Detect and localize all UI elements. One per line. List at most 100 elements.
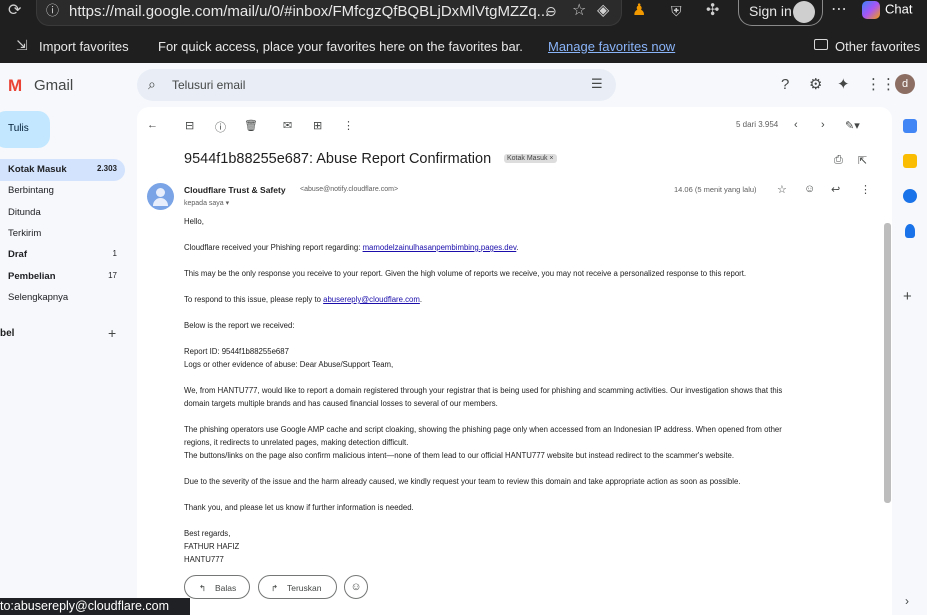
next-email-icon[interactable]: › [821, 119, 825, 131]
report-spam-icon[interactable]: ⓘ [215, 119, 226, 135]
email-paragraph: To respond to this issue, please reply t… [184, 295, 422, 304]
contacts-icon[interactable] [905, 224, 915, 238]
refresh-icon[interactable]: ⟳ [8, 3, 21, 19]
gmail-logo-icon[interactable]: M [8, 76, 22, 96]
sidebar-item-label: Berbintang [8, 185, 54, 196]
other-favorites-button[interactable]: Other favorites [835, 39, 920, 54]
email-paragraph: We, from HANTU777, would like to report … [184, 386, 783, 395]
email-paragraph: The phishing operators use Google AMP ca… [184, 425, 782, 434]
read-aloud-icon[interactable]: ◈ [597, 3, 609, 19]
forward-label: Teruskan [287, 583, 322, 593]
expand-panel-icon[interactable]: › [905, 594, 909, 608]
more-actions-icon[interactable]: ⋮ [343, 119, 354, 132]
search-input[interactable]: Telusuri email [172, 78, 245, 92]
delete-icon[interactable]: 🗑 [244, 119, 258, 132]
sidebar-item-label: Kotak Masuk [8, 164, 67, 175]
recipient-details[interactable]: kepada saya ▾ [184, 199, 229, 207]
sidebar-item-sent[interactable]: Terkirim [0, 223, 125, 245]
pagination-text: 5 dari 3.954 [736, 120, 779, 129]
sidebar-item-purchases[interactable]: Pembelian 17 [0, 266, 125, 288]
manage-favorites-link[interactable]: Manage favorites now [548, 39, 675, 54]
add-label-icon[interactable]: + [108, 325, 116, 341]
reported-domain-link[interactable]: mamodelzainulhasanpembimbing.pages.dev [363, 243, 517, 252]
account-avatar[interactable]: d [895, 74, 915, 94]
sidebar-item-inbox[interactable]: Kotak Masuk 2.303 [0, 159, 125, 181]
sign-in-button[interactable]: Sign in [738, 0, 823, 26]
email-paragraph: This may be the only response you receiv… [184, 269, 747, 278]
more-menu-icon[interactable]: ⋯ [831, 2, 847, 18]
reply-icon[interactable]: ↩ [831, 183, 840, 196]
keep-icon[interactable] [903, 154, 917, 168]
compose-button[interactable]: Tulis [0, 111, 50, 148]
abuse-reply-email-link[interactable]: abusereply@cloudflare.com [323, 295, 420, 304]
favorite-star-icon[interactable]: ☆ [572, 3, 586, 19]
sidebar-item-label: Selengkapnya [8, 292, 69, 303]
email-time: 14.06 (5 menit yang lalu) [674, 185, 757, 194]
apps-grid-icon[interactable]: ⋮⋮ [866, 75, 896, 93]
inbox-label-chip[interactable]: Kotak Masuk × [504, 154, 557, 163]
open-new-window-icon[interactable]: ⇱ [858, 154, 867, 167]
search-options-icon[interactable]: ☰ [591, 76, 603, 92]
print-icon[interactable]: ⎙ [834, 154, 843, 167]
copilot-chat-button[interactable]: Chat [862, 1, 912, 19]
folder-icon [814, 39, 828, 50]
archive-icon[interactable]: ⊟ [185, 119, 194, 132]
sidebar-item-label: Terkirim [8, 228, 42, 239]
report-id: Report ID: 9544f1b88255e687 [184, 347, 289, 356]
add-addon-icon[interactable]: + [903, 288, 912, 305]
sidebar-item-count: 1 [112, 249, 117, 258]
email-subject: 9544f1b88255e687: Abuse Report Confirmat… [184, 151, 492, 167]
signature-line: Best regards, [184, 529, 231, 538]
paragraph-text: To respond to this issue, please reply t… [184, 295, 324, 304]
sender-avatar [147, 183, 174, 210]
add-reaction-icon[interactable]: ☺ [804, 183, 815, 195]
email-paragraph: Below is the report we received: [184, 321, 295, 330]
sidebar-item-label: Draf [8, 249, 28, 260]
calendar-icon[interactable] [903, 119, 917, 133]
extensions-icon[interactable]: ✣ [706, 3, 719, 19]
mark-unread-icon[interactable]: ✉ [283, 119, 292, 132]
signature-line: HANTU777 [184, 555, 224, 564]
star-icon[interactable]: ☆ [777, 183, 787, 196]
site-info-icon[interactable]: ⓘ [46, 4, 59, 17]
import-favorites-icon: ⇲ [16, 37, 28, 53]
sidebar-item-snoozed[interactable]: Ditunda [0, 202, 125, 224]
email-paragraph: Cloudflare received your Phishing report… [184, 243, 518, 252]
prev-email-icon[interactable]: ‹ [794, 119, 798, 131]
scrollbar[interactable] [884, 223, 891, 503]
sidebar-item-more[interactable]: Selengkapnya [0, 287, 125, 309]
reply-arrow-icon: ↰ [199, 583, 207, 593]
copilot-icon [862, 1, 880, 19]
paragraph-text: . [516, 243, 519, 252]
zoom-icon[interactable]: ⊖ [545, 4, 557, 18]
shield-icon[interactable]: ⛨ [671, 4, 682, 18]
sidebar-item-drafts[interactable]: Draf 1 [0, 244, 125, 266]
back-arrow-icon[interactable]: ← [147, 119, 158, 131]
sidebar-item-count: 2.303 [96, 164, 117, 173]
email-paragraph: domain targets multiple brands and has c… [184, 399, 498, 408]
gemini-sparkle-icon[interactable]: ✦ [837, 75, 850, 93]
help-icon[interactable]: ? [781, 76, 789, 93]
paragraph-text: Cloudflare received your Phishing report… [184, 243, 363, 252]
sender-name[interactable]: Cloudflare Trust & Safety [184, 185, 286, 195]
emoji-reaction-icon[interactable]: ☺ [344, 575, 368, 599]
address-bar[interactable]: ⓘ https://mail.google.com/mail/u/0/#inbo… [36, 0, 622, 26]
import-favorites-button[interactable]: Import favorites [39, 39, 129, 54]
browser-toolbar: ⟳ ⓘ https://mail.google.com/mail/u/0/#in… [0, 0, 927, 30]
tasks-icon[interactable] [903, 189, 917, 203]
more-options-icon[interactable]: ⋮ [860, 183, 871, 196]
settings-gear-icon[interactable]: ⚙ [809, 75, 822, 93]
extension-person-icon[interactable]: ♟ [632, 3, 646, 19]
email-paragraph: regions, it redirects to unrelated pages… [184, 438, 409, 447]
sidebar-item-label: Pembelian [8, 271, 56, 282]
search-bar[interactable]: ⌕ Telusuri email ☰ [137, 69, 616, 101]
forward-button[interactable]: ↱ Teruskan [258, 575, 337, 599]
sidebar-item-starred[interactable]: Berbintang [0, 180, 125, 202]
gmail-logo-text[interactable]: Gmail [34, 77, 73, 94]
input-tools-icon[interactable]: ✎▾ [845, 119, 860, 132]
favorites-bar: ⇲ Import favorites For quick access, pla… [0, 30, 927, 63]
reply-button[interactable]: ↰ Balas [184, 575, 250, 599]
labels-heading: bel [0, 328, 15, 339]
move-to-icon[interactable]: ⊞ [313, 119, 322, 132]
search-icon[interactable]: ⌕ [148, 76, 156, 93]
